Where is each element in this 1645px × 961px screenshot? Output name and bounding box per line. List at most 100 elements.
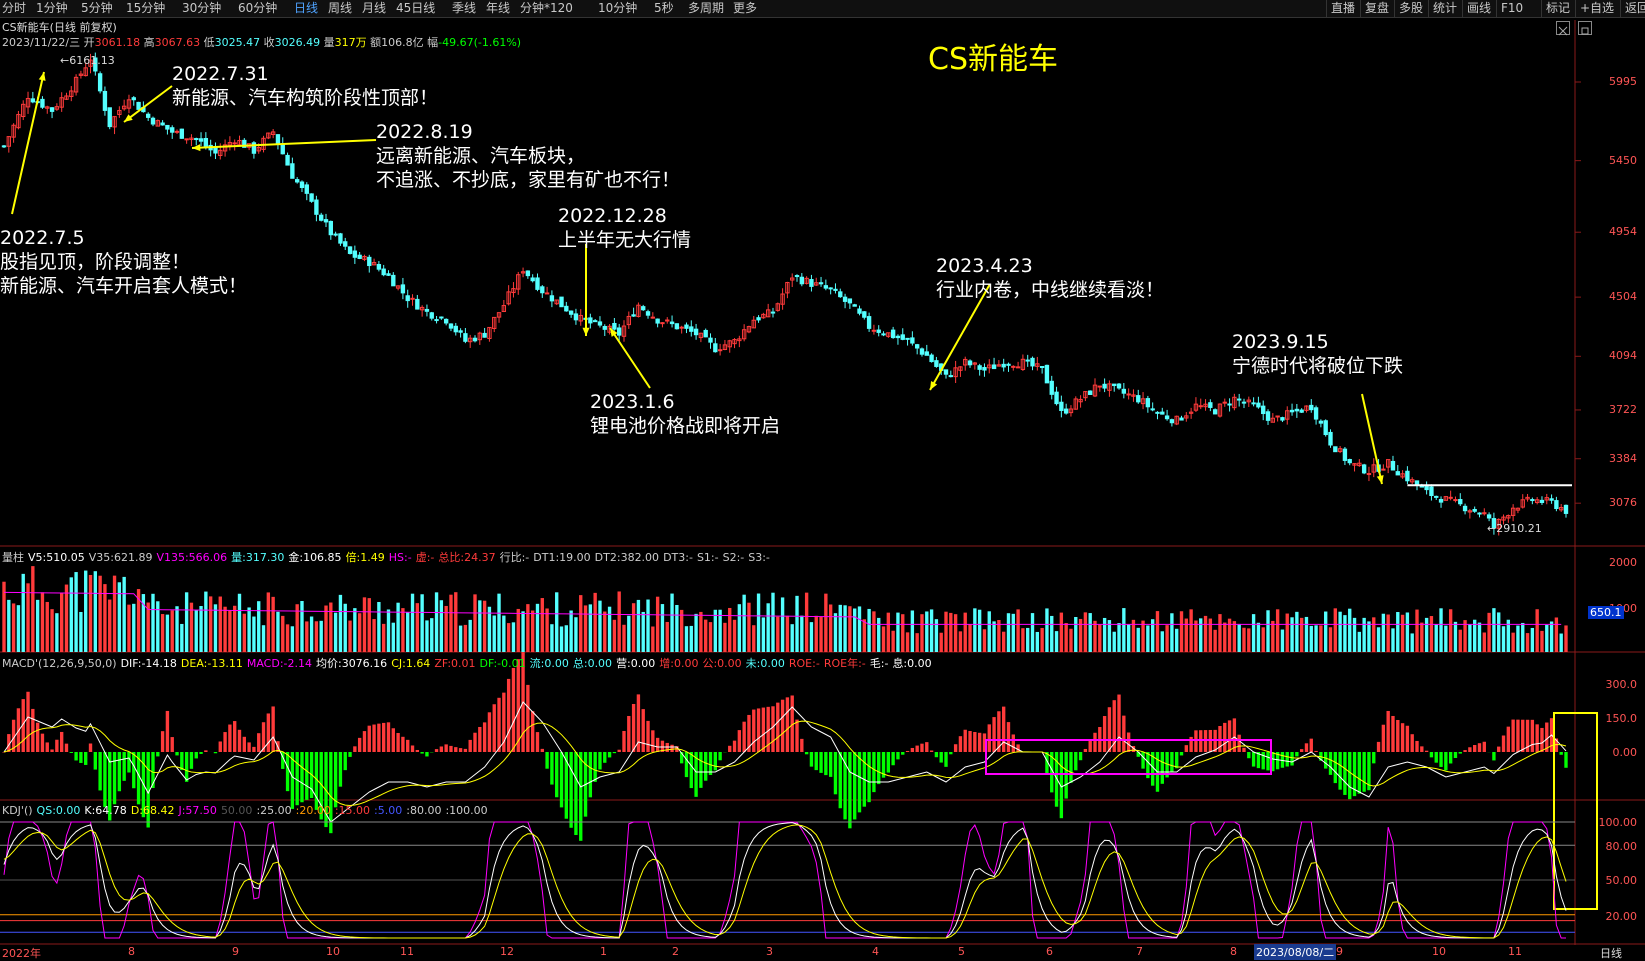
macd-bar <box>1242 747 1246 752</box>
volume-bar <box>21 573 25 652</box>
macd-bar <box>218 741 222 752</box>
macd-bar <box>593 752 597 782</box>
volume-bar <box>1381 613 1386 652</box>
volume-bar <box>252 616 256 652</box>
candle-body <box>1333 446 1338 453</box>
candle-body <box>184 138 189 141</box>
candle-body <box>439 316 444 319</box>
macd-header: MACD'(12,26,9,50,0) DIF:-14.18 DEA:-13.11 M… <box>2 657 936 671</box>
macd-bar <box>266 713 271 752</box>
macd-bar <box>1314 750 1318 752</box>
candle-body <box>376 264 382 270</box>
macd-bar <box>828 752 833 777</box>
candle-body <box>448 323 454 329</box>
candle-body <box>304 184 309 194</box>
macd-bar <box>1328 752 1333 775</box>
volume-bar <box>502 615 506 652</box>
volume-bar <box>1045 608 1049 652</box>
time-label-16: 11 <box>1508 945 1522 958</box>
volume-bar <box>1141 620 1145 652</box>
candle-body <box>1039 366 1045 369</box>
macd-bar <box>271 706 275 752</box>
macd-bar <box>646 720 650 752</box>
volume-bar <box>622 624 626 652</box>
macd-bar <box>814 752 818 771</box>
annotation-line: 上半年无大行情 <box>558 229 692 251</box>
candle-body <box>1395 471 1400 476</box>
volume-bar <box>516 608 520 652</box>
candle-body <box>107 107 112 128</box>
annotation-line: 宁德时代将破位下跌 <box>1232 355 1404 377</box>
macd-bar <box>492 704 496 752</box>
volume-bar <box>333 612 338 652</box>
candle-body <box>1198 405 1203 408</box>
volume-bar <box>415 603 420 652</box>
candle-body <box>809 279 814 287</box>
volume-bar <box>69 577 73 652</box>
volume-bars <box>2 566 1568 652</box>
macd-bar <box>1069 752 1073 783</box>
volume-bar <box>1122 608 1126 652</box>
macd-bar <box>1126 732 1131 752</box>
macd-bar <box>1184 745 1188 752</box>
candle-body <box>1251 402 1256 405</box>
macd-bar <box>627 715 631 752</box>
candle-body <box>943 369 949 375</box>
volume-bar <box>1386 614 1390 652</box>
volume-bar <box>699 611 703 652</box>
candle-body <box>357 254 362 259</box>
volume-bar <box>535 603 540 652</box>
macd-bar <box>1333 752 1337 784</box>
volume-bar <box>728 607 732 652</box>
indicator-value: 量柱 <box>2 551 24 564</box>
volume-bar <box>1030 613 1035 652</box>
macd-bar <box>1001 706 1006 752</box>
annotation-line: 2022.7.31 <box>172 63 269 85</box>
candle-body <box>588 317 593 324</box>
candle-body <box>443 318 449 324</box>
volume-bar <box>824 593 828 652</box>
macd-bar <box>853 752 857 820</box>
macd-bar <box>1357 752 1362 794</box>
macd-bar <box>944 752 948 767</box>
macd-bar <box>699 752 703 788</box>
volume-bar <box>391 622 395 652</box>
volume-bar <box>973 608 977 652</box>
macd-bar <box>45 742 49 752</box>
macd-bar <box>333 752 338 808</box>
volume-bar <box>26 583 30 652</box>
macd-bar <box>1078 752 1083 761</box>
macd-bar <box>1396 719 1400 752</box>
candle-body <box>1429 486 1434 497</box>
annotation-line: 行业内卷，中线继续看淡！ <box>936 279 1165 301</box>
volume-bar <box>1232 621 1237 652</box>
volume-bar <box>1448 609 1453 652</box>
candle-body <box>328 220 334 236</box>
candle-body <box>1236 398 1242 401</box>
macd-bar <box>1511 719 1515 752</box>
candle-body <box>102 90 108 111</box>
macd-bar <box>122 752 126 781</box>
candle-body <box>1280 417 1285 421</box>
macd-bar <box>896 752 900 760</box>
macd-bar <box>79 752 83 763</box>
volume-bar <box>492 615 496 652</box>
macd-bar <box>877 752 881 785</box>
candle-body <box>367 256 372 267</box>
volume-bar <box>242 613 246 652</box>
volume-bar <box>1477 622 1482 652</box>
candle-body <box>847 298 853 304</box>
macd-bar <box>1376 741 1381 752</box>
volume-bar <box>1088 613 1092 652</box>
candle-body <box>1530 499 1535 502</box>
macd-bar <box>439 746 444 752</box>
volume-bar <box>766 603 770 652</box>
price-tick-2: 4954 <box>1609 225 1637 239</box>
volume-bar <box>905 632 910 652</box>
macd-bar <box>300 752 304 803</box>
volume-bar <box>271 596 275 652</box>
candle-body <box>573 313 579 321</box>
period-label: 日线 <box>1600 947 1622 960</box>
macd-bar <box>929 750 934 752</box>
volume-bar <box>646 599 650 652</box>
